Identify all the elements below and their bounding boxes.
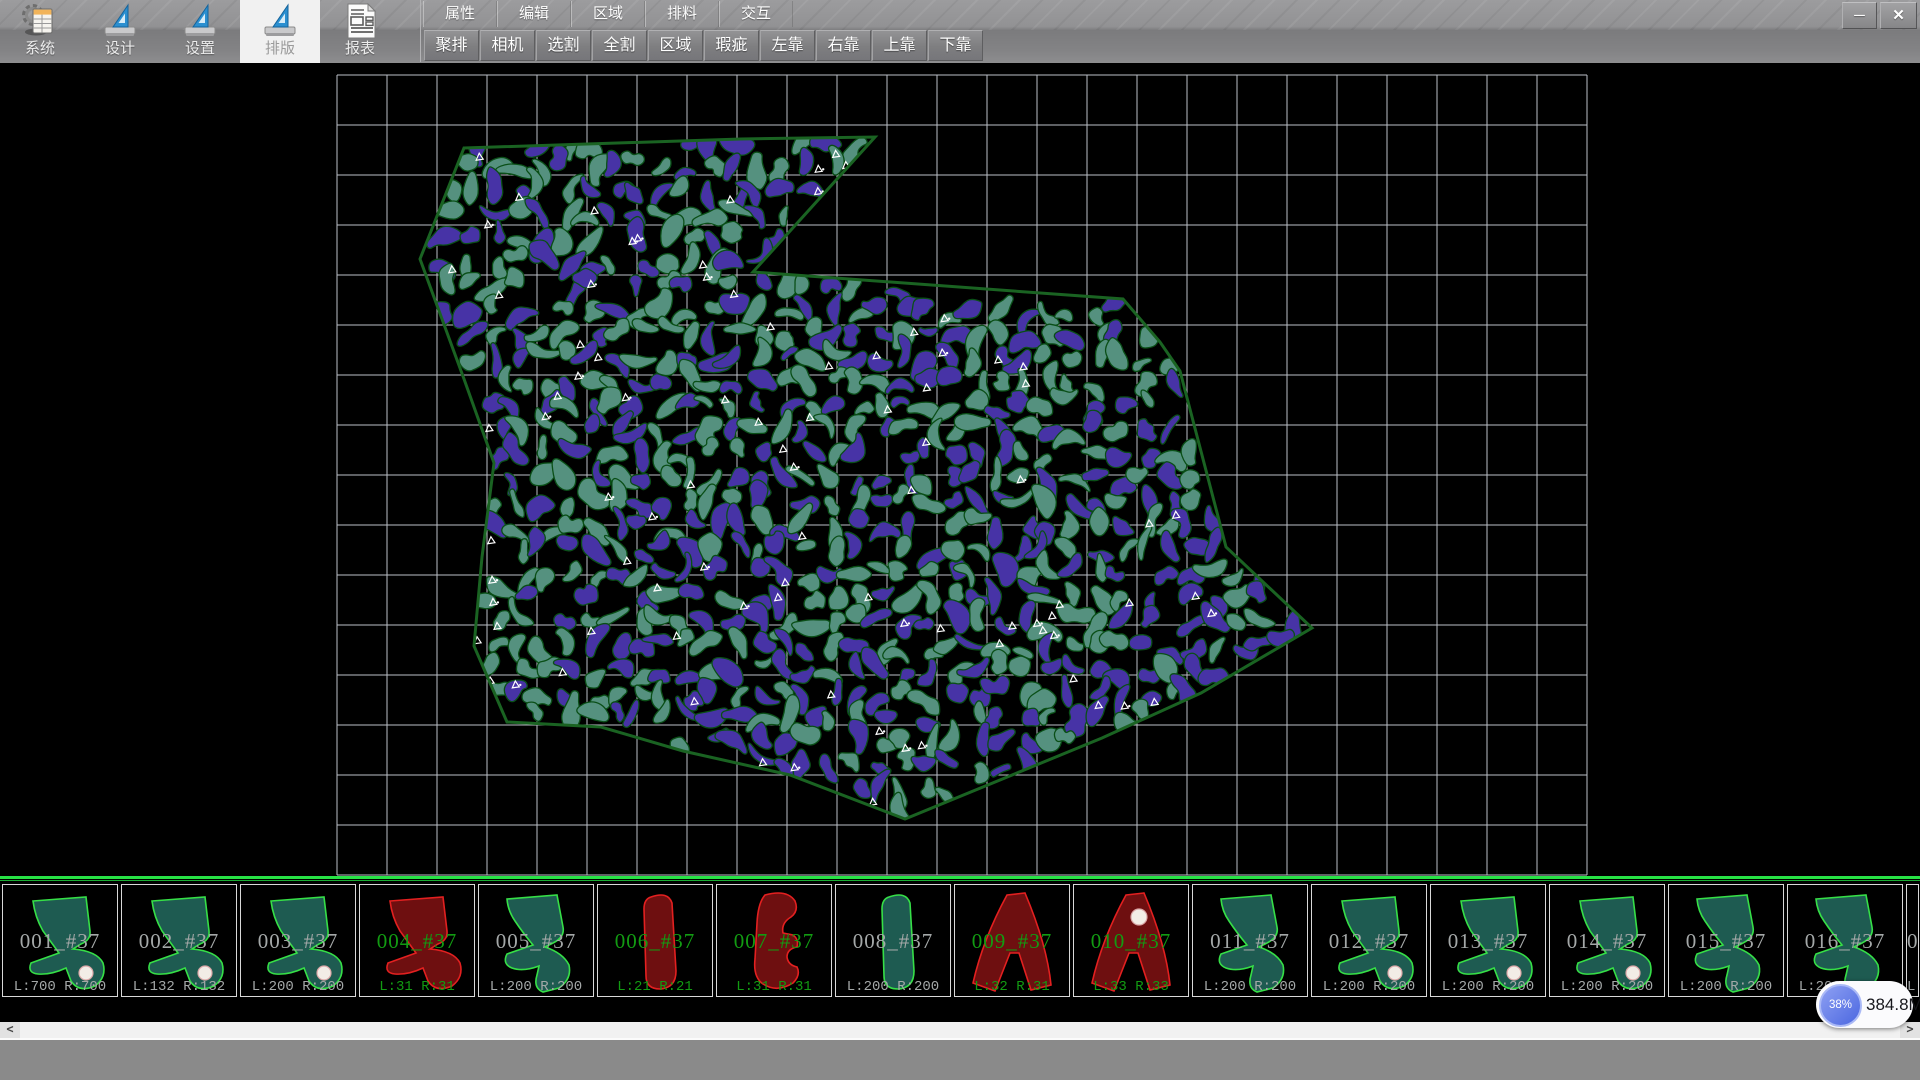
piece-name: 012_#37 bbox=[1312, 929, 1426, 954]
piece-thumbnail-007_#37[interactable]: 007_#37 L:31 R:31 bbox=[716, 884, 832, 997]
piece-thumbnail-013_#37[interactable]: 013_#37 L:200 R:200 bbox=[1430, 884, 1546, 997]
tab-label: 报表 bbox=[345, 40, 375, 58]
nesting-canvas[interactable] bbox=[0, 63, 1920, 876]
piece-lr-count: L:200 R:200 bbox=[1312, 979, 1426, 995]
strip-top-border-2 bbox=[0, 880, 1920, 881]
piece-thumbnail-002_#37[interactable]: 002_#37 L:132 R:132 bbox=[121, 884, 237, 997]
memory-status-pill: 38% 384.8M bbox=[1816, 981, 1913, 1028]
setsquare-icon bbox=[105, 5, 135, 36]
piece-name: 0 bbox=[1907, 929, 1918, 954]
piece-name: 009_#37 bbox=[955, 929, 1069, 954]
piece-thumbnail-004_#37[interactable]: 004_#37 L:31 R:31 bbox=[359, 884, 475, 997]
tab-设置[interactable]: 设置 bbox=[160, 0, 240, 63]
tool-瑕疵[interactable]: 瑕疵 bbox=[704, 30, 759, 61]
tool-区域[interactable]: 区域 bbox=[648, 30, 703, 61]
tool-左靠[interactable]: 左靠 bbox=[760, 30, 815, 61]
piece-name: 013_#37 bbox=[1431, 929, 1545, 954]
piece-lr-count: L:132 R:132 bbox=[122, 979, 236, 995]
tool-row: 聚排相机选割全割区域瑕疵左靠右靠上靠下靠 bbox=[424, 30, 983, 62]
tab-label: 设置 bbox=[185, 40, 215, 58]
piece-lr-count: L:200 R:200 bbox=[1669, 979, 1783, 995]
piece-name: 015_#37 bbox=[1669, 929, 1783, 954]
piece-name: 002_#37 bbox=[122, 929, 236, 954]
piece-lr-count: L:32 R:31 bbox=[955, 979, 1069, 995]
piece-name: 014_#37 bbox=[1550, 929, 1664, 954]
piece-lr-count: L:200 R:200 bbox=[479, 979, 593, 995]
piece-lr-count: L:200 R:200 bbox=[241, 979, 355, 995]
strip-top-border bbox=[0, 876, 1920, 879]
tool-上靠[interactable]: 上靠 bbox=[872, 30, 927, 61]
tool-全割[interactable]: 全割 bbox=[592, 30, 647, 61]
piece-name: 001_#37 bbox=[3, 929, 117, 954]
tool-选割[interactable]: 选割 bbox=[536, 30, 591, 61]
piece-thumbnail-003_#37[interactable]: 003_#37 L:200 R:200 bbox=[240, 884, 356, 997]
piece-thumbnail-strip: 001_#37 L:700 R:700 002_#37 L:132 R:132 … bbox=[0, 876, 1920, 1022]
setsquare-icon bbox=[185, 5, 215, 36]
tool-相机[interactable]: 相机 bbox=[480, 30, 535, 61]
gear-document-icon bbox=[24, 6, 52, 36]
piece-thumbnail-006_#37[interactable]: 006_#37 L:21 R:21 bbox=[597, 884, 713, 997]
toolbar: 系统 设计 设置 排版 报表 属性编辑区域排料交互 聚排相机选割全割区域瑕疵左靠… bbox=[0, 0, 1920, 63]
tab-label: 设计 bbox=[105, 40, 135, 58]
piece-name: 003_#37 bbox=[241, 929, 355, 954]
piece-lr-count: L:700 R:700 bbox=[3, 979, 117, 995]
piece-thumbnail-012_#37[interactable]: 012_#37 L:200 R:200 bbox=[1311, 884, 1427, 997]
tab-设计[interactable]: 设计 bbox=[80, 0, 160, 63]
piece-lr-count: L:31 R:31 bbox=[360, 979, 474, 995]
tab-报表[interactable]: 报表 bbox=[320, 0, 400, 63]
progress-percent-badge: 38% bbox=[1819, 984, 1862, 1027]
piece-lr-count: L:200 R:200 bbox=[836, 979, 950, 995]
close-button[interactable]: ✕ bbox=[1880, 2, 1917, 29]
toolbar-divider bbox=[420, 0, 421, 62]
setsquare-icon bbox=[265, 5, 295, 36]
memory-usage-label: 384.8M bbox=[1866, 981, 1920, 1028]
nesting-app-window: 系统 设计 设置 排版 报表 属性编辑区域排料交互 聚排相机选割全割区域瑕疵左靠… bbox=[0, 0, 1920, 1080]
tool-聚排[interactable]: 聚排 bbox=[424, 30, 479, 61]
piece-thumbnail-011_#37[interactable]: 011_#37 L:200 R:200 bbox=[1192, 884, 1308, 997]
piece-thumbnail-015_#37[interactable]: 015_#37 L:200 R:200 bbox=[1668, 884, 1784, 997]
tab-排版[interactable]: 排版 bbox=[240, 0, 320, 63]
piece-lr-count: L:33 R:33 bbox=[1074, 979, 1188, 995]
piece-lr-count: L:200 R:200 bbox=[1550, 979, 1664, 995]
menu-区域[interactable]: 区域 bbox=[571, 1, 645, 27]
scroll-left-button[interactable]: < bbox=[0, 1022, 20, 1038]
piece-lr-count: L:200 R:200 bbox=[1431, 979, 1545, 995]
piece-name: 004_#37 bbox=[360, 929, 474, 954]
tab-label: 系统 bbox=[25, 40, 55, 58]
piece-name: 005_#37 bbox=[479, 929, 593, 954]
tab-label: 排版 bbox=[265, 40, 295, 58]
menu-排料[interactable]: 排料 bbox=[645, 1, 719, 27]
piece-thumbnail-014_#37[interactable]: 014_#37 L:200 R:200 bbox=[1549, 884, 1665, 997]
piece-thumbnail-008_#37[interactable]: 008_#37 L:200 R:200 bbox=[835, 884, 951, 997]
piece-lr-count: L:31 R:31 bbox=[717, 979, 831, 995]
tool-下靠[interactable]: 下靠 bbox=[928, 30, 983, 61]
horizontal-scrollbar[interactable]: < > bbox=[0, 1022, 1920, 1038]
report-icon bbox=[348, 4, 375, 38]
menu-编辑[interactable]: 编辑 bbox=[497, 1, 571, 27]
piece-name: 011_#37 bbox=[1193, 929, 1307, 954]
piece-name: 007_#37 bbox=[717, 929, 831, 954]
piece-name: 008_#37 bbox=[836, 929, 950, 954]
window-bottom-band bbox=[0, 1038, 1920, 1080]
piece-name: 006_#37 bbox=[598, 929, 712, 954]
minimize-button[interactable]: ─ bbox=[1842, 2, 1877, 29]
piece-name: 016_#37 bbox=[1788, 929, 1902, 954]
menu-属性[interactable]: 属性 bbox=[423, 1, 497, 27]
piece-thumbnail-005_#37[interactable]: 005_#37 L:200 R:200 bbox=[478, 884, 594, 997]
menu-bar: 属性编辑区域排料交互 bbox=[423, 1, 793, 28]
tool-右靠[interactable]: 右靠 bbox=[816, 30, 871, 61]
piece-lr-count: L:200 R:200 bbox=[1193, 979, 1307, 995]
piece-name: 010_#37 bbox=[1074, 929, 1188, 954]
piece-thumbnail-010_#37[interactable]: 010_#37 L:33 R:33 bbox=[1073, 884, 1189, 997]
tab-系统[interactable]: 系统 bbox=[0, 0, 80, 63]
piece-thumbnail-009_#37[interactable]: 009_#37 L:32 R:31 bbox=[954, 884, 1070, 997]
piece-lr-count: L:21 R:21 bbox=[598, 979, 712, 995]
piece-thumbnail-001_#37[interactable]: 001_#37 L:700 R:700 bbox=[2, 884, 118, 997]
menu-交互[interactable]: 交互 bbox=[719, 1, 793, 27]
